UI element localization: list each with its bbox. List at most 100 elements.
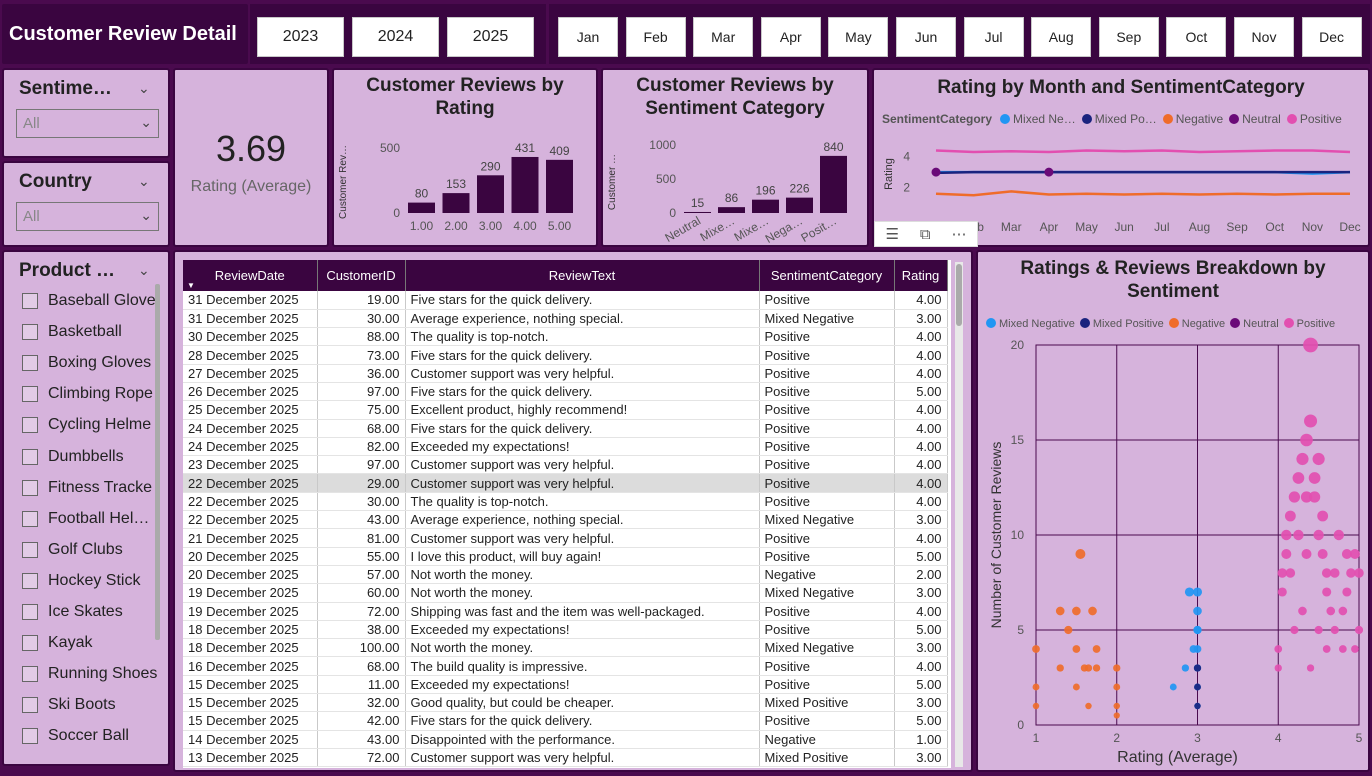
month-button-apr[interactable]: Apr [760,17,821,57]
table-cell: 38.00 [317,620,406,640]
scatter-point-positive [1292,472,1305,484]
product-checkbox-item[interactable]: Running Shoes [22,663,162,685]
column-header[interactable]: Rating [894,260,948,291]
product-checkbox-item[interactable]: Golf Clubs [22,539,162,561]
product-checkbox-item[interactable]: Basketball [22,321,162,343]
year-button-2025[interactable]: 2025 [447,17,534,57]
checkbox[interactable] [22,697,38,714]
checkbox[interactable] [22,604,38,620]
table-row[interactable]: 31 December 2025 30.00 Average experience,… [183,309,948,329]
checkbox[interactable] [22,541,38,558]
table-row[interactable]: 15 December 2025 32.00 Good quality, but c… [183,693,948,713]
checkbox[interactable] [22,479,38,496]
checkbox[interactable] [22,572,38,589]
table-row[interactable]: 18 December 2025 38.00 Exceeded my expecta… [183,620,948,640]
product-checkbox-item[interactable]: Boxing Gloves [22,352,162,374]
checkbox[interactable] [22,355,38,372]
product-checkbox-item[interactable]: Climbing Rope [22,383,162,405]
product-checkbox-item[interactable]: Dumbbells [22,446,162,468]
table-row[interactable]: 21 December 2025 81.00 Customer support wa… [183,528,948,548]
scatter-point-negative [1032,645,1040,653]
bar [442,193,470,213]
table-row[interactable]: 19 December 2025 60.00 Not worth the money… [183,583,948,603]
country-dropdown[interactable]: All ⌄ [16,202,159,231]
scatter-point-negative [1092,664,1101,672]
table-row[interactable]: 23 December 2025 97.00 Customer support wa… [183,455,948,475]
checkbox[interactable] [22,635,38,652]
product-checkbox-item[interactable]: Soccer Ball [22,725,162,747]
month-button-dec[interactable]: Dec [1301,17,1362,57]
table-row[interactable]: 28 December 2025 73.00 Five stars for the … [183,345,948,365]
month-button-feb[interactable]: Feb [625,17,686,57]
table-row[interactable]: 22 December 2025 43.00 Average experience,… [183,510,948,530]
table-row[interactable]: 22 December 2025 29.00 Customer support wa… [183,473,948,493]
table-row[interactable]: 27 December 2025 36.00 Customer support wa… [183,364,948,383]
chevron-down-icon[interactable]: ⌄ [138,80,150,97]
table-row[interactable]: 31 December 2025 19.00 Five stars for the … [183,291,948,310]
x-tick-label: Mixe… [698,213,737,244]
table-cell: 68.00 [317,656,406,676]
table-row[interactable]: 14 December 2025 43.00 Disappointed with t… [183,730,948,749]
more-options-icon[interactable]: ⋯ [952,225,967,243]
month-button-sep[interactable]: Sep [1098,17,1159,57]
table-row[interactable]: 15 December 2025 42.00 Five stars for the … [183,711,948,731]
table-row[interactable]: 18 December 2025 100.00 Not worth the mone… [183,638,948,658]
series-point-neutral [931,167,941,177]
product-checkbox-item[interactable]: Hockey Stick [22,570,162,592]
product-checkbox-item[interactable]: Ice Skates [22,601,162,623]
x-tick-label: Dec [1339,220,1360,234]
table-row[interactable]: 13 December 2025 72.00 Customer support wa… [183,748,948,768]
checkbox[interactable] [22,293,38,309]
column-header[interactable]: ReviewText [405,260,760,291]
table-row[interactable]: 26 December 2025 97.00 Five stars for the … [183,382,948,402]
table-row[interactable]: 24 December 2025 82.00 Exceeded my expecta… [183,437,948,457]
chevron-down-icon[interactable]: ⌄ [138,173,150,190]
focus-mode-icon[interactable]: ⧉ [920,226,931,243]
table-row[interactable]: 20 December 2025 55.00 I love this product… [183,547,948,566]
table-row[interactable]: 19 December 2025 72.00 Shipping was fast a… [183,602,948,621]
checkbox[interactable] [22,666,38,683]
table-scrollbar-thumb[interactable] [956,264,962,326]
product-checkbox-item[interactable]: Kayak [22,632,162,654]
checkbox[interactable] [22,728,38,745]
product-checkbox-item[interactable]: Baseball Glove [22,290,162,312]
scatter-point-negative [1055,606,1065,616]
column-header[interactable]: ReviewDate ▼ [183,260,318,291]
table-row[interactable]: 20 December 2025 57.00 Not worth the money… [183,565,948,585]
checkbox[interactable] [22,417,38,434]
table-row[interactable]: 16 December 2025 68.00 The build quality i… [183,656,948,676]
product-checkbox-item[interactable]: Ski Boots [22,694,162,716]
month-button-may[interactable]: May [828,17,889,57]
table-row[interactable]: 30 December 2025 88.00 The quality is top-… [183,327,948,347]
data-label: 86 [725,191,739,205]
checkbox[interactable] [22,386,38,403]
scatter-point-positive [1312,452,1325,466]
year-button-2023[interactable]: 2023 [257,17,344,57]
series-line-positive [935,149,1351,154]
table-row[interactable]: 25 December 2025 75.00 Excellent product, … [183,400,948,420]
table-scrollbar-track[interactable] [955,262,963,767]
month-button-oct[interactable]: Oct [1166,17,1227,57]
checkbox[interactable] [22,448,38,465]
checkbox[interactable] [22,324,38,341]
product-checkbox-item[interactable]: Cycling Helme [22,414,162,436]
table-row[interactable]: 15 December 2025 11.00 Exceeded my expecta… [183,675,948,695]
chevron-down-icon[interactable]: ⌄ [138,262,150,279]
table-row[interactable]: 24 December 2025 68.00 Five stars for the … [183,419,948,438]
month-button-aug[interactable]: Aug [1031,17,1092,57]
checkbox[interactable] [22,510,38,527]
month-button-mar[interactable]: Mar [693,17,754,57]
month-button-nov[interactable]: Nov [1234,17,1294,57]
month-button-jul[interactable]: Jul [963,17,1024,57]
month-button-jun[interactable]: Jun [896,17,956,57]
filter-icon[interactable]: ☰ [885,225,898,243]
column-header[interactable]: CustomerID [317,260,406,291]
column-header[interactable]: SentimentCategory [759,260,895,291]
sentiment-dropdown[interactable]: All ⌄ [16,109,159,138]
x-tick-label: Oct [1265,220,1284,234]
table-row[interactable]: 22 December 2025 30.00 The quality is top-… [183,492,948,512]
month-button-jan[interactable]: Jan [558,17,618,57]
product-checkbox-item[interactable]: Fitness Tracke [22,477,162,499]
year-button-2024[interactable]: 2024 [352,17,439,57]
product-checkbox-item[interactable]: Football Hel… [22,508,162,530]
